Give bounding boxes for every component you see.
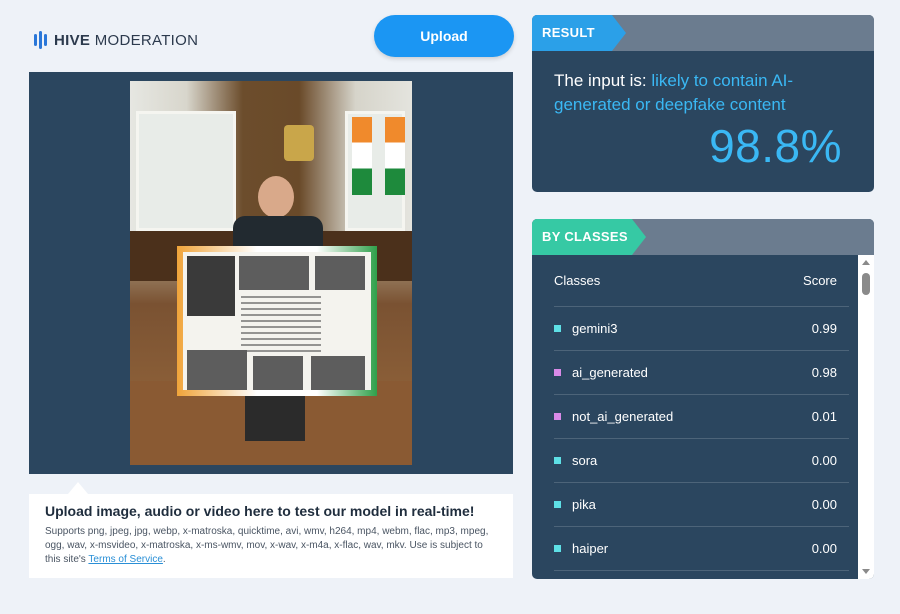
scroll-thumb[interactable] [862, 273, 870, 295]
logo-bold: HIVE [54, 31, 91, 49]
scroll-down-arrow-icon[interactable] [862, 569, 870, 574]
scroll-up-arrow-icon[interactable] [862, 260, 870, 265]
result-percentage: 98.8% [709, 120, 842, 172]
class-color-dot-icon [554, 545, 561, 552]
class-name: haiper [554, 541, 608, 556]
terms-suffix: . [162, 554, 166, 565]
table-row: gemini3 0.99 [554, 307, 849, 351]
image-preview-panel [29, 72, 513, 474]
hive-logo-icon [34, 31, 47, 49]
class-color-dot-icon [554, 457, 561, 464]
class-color-dot-icon [554, 369, 561, 376]
logo-text: HIVE MODERATION [54, 32, 198, 49]
column-header-classes: Classes [554, 273, 601, 288]
info-caret [68, 482, 88, 494]
class-name: not_ai_generated [554, 409, 673, 424]
info-title: Upload image, audio or video here to tes… [45, 503, 475, 519]
table-row: pika 0.00 [554, 483, 849, 527]
table-row: ai_generated 0.98 [554, 351, 849, 395]
class-name: sora [554, 453, 597, 468]
classes-table-header: Classes Score [554, 255, 849, 307]
class-color-dot-icon [554, 325, 561, 332]
uploaded-image [130, 81, 412, 465]
supported-formats-text: Supports png, jpeg, jpg, webp, x-matrosk… [45, 525, 497, 567]
class-score: 0.00 [811, 453, 837, 468]
table-row: not_ai_generated 0.01 [554, 395, 849, 439]
class-label: sora [572, 453, 598, 468]
table-row: sora 0.00 [554, 439, 849, 483]
result-header: RESULT [532, 15, 874, 51]
classes-tag: BY CLASSES [532, 219, 646, 255]
classes-card: BY CLASSES Classes Score gemini3 0.99 ai_g… [532, 219, 874, 579]
class-label: gemini3 [572, 321, 618, 336]
result-verdict: The input is: likely to contain AI-gener… [554, 69, 852, 117]
class-label: haiper [572, 541, 609, 556]
hive-logo[interactable]: HIVE MODERATION [34, 31, 198, 49]
class-score: 0.98 [811, 365, 837, 380]
table-row: haiper 0.00 [554, 527, 849, 571]
classes-table: Classes Score gemini3 0.99 ai_generated 0.9… [542, 255, 849, 571]
result-card: RESULT The input is: likely to contain A… [532, 15, 874, 192]
logo-light: MODERATION [94, 31, 199, 49]
class-label: not_ai_generated [572, 409, 674, 424]
class-score: 0.00 [811, 497, 837, 512]
class-score: 0.01 [811, 409, 837, 424]
upload-info-box: Upload image, audio or video here to tes… [29, 494, 513, 578]
classes-header: BY CLASSES [532, 219, 874, 255]
class-color-dot-icon [554, 501, 561, 508]
class-name: gemini3 [554, 321, 618, 336]
class-label: ai_generated [572, 365, 648, 380]
class-label: pika [572, 497, 596, 512]
result-tag: RESULT [532, 15, 626, 51]
upload-button[interactable]: Upload [374, 15, 514, 57]
class-name: pika [554, 497, 596, 512]
result-prefix: The input is: [554, 71, 652, 90]
classes-scrollbar[interactable] [858, 255, 874, 579]
class-score: 0.00 [811, 541, 837, 556]
class-color-dot-icon [554, 413, 561, 420]
terms-of-service-link[interactable]: Terms of Service [88, 554, 162, 565]
class-score: 0.99 [811, 321, 837, 336]
column-header-score: Score [803, 273, 837, 288]
class-name: ai_generated [554, 365, 648, 380]
